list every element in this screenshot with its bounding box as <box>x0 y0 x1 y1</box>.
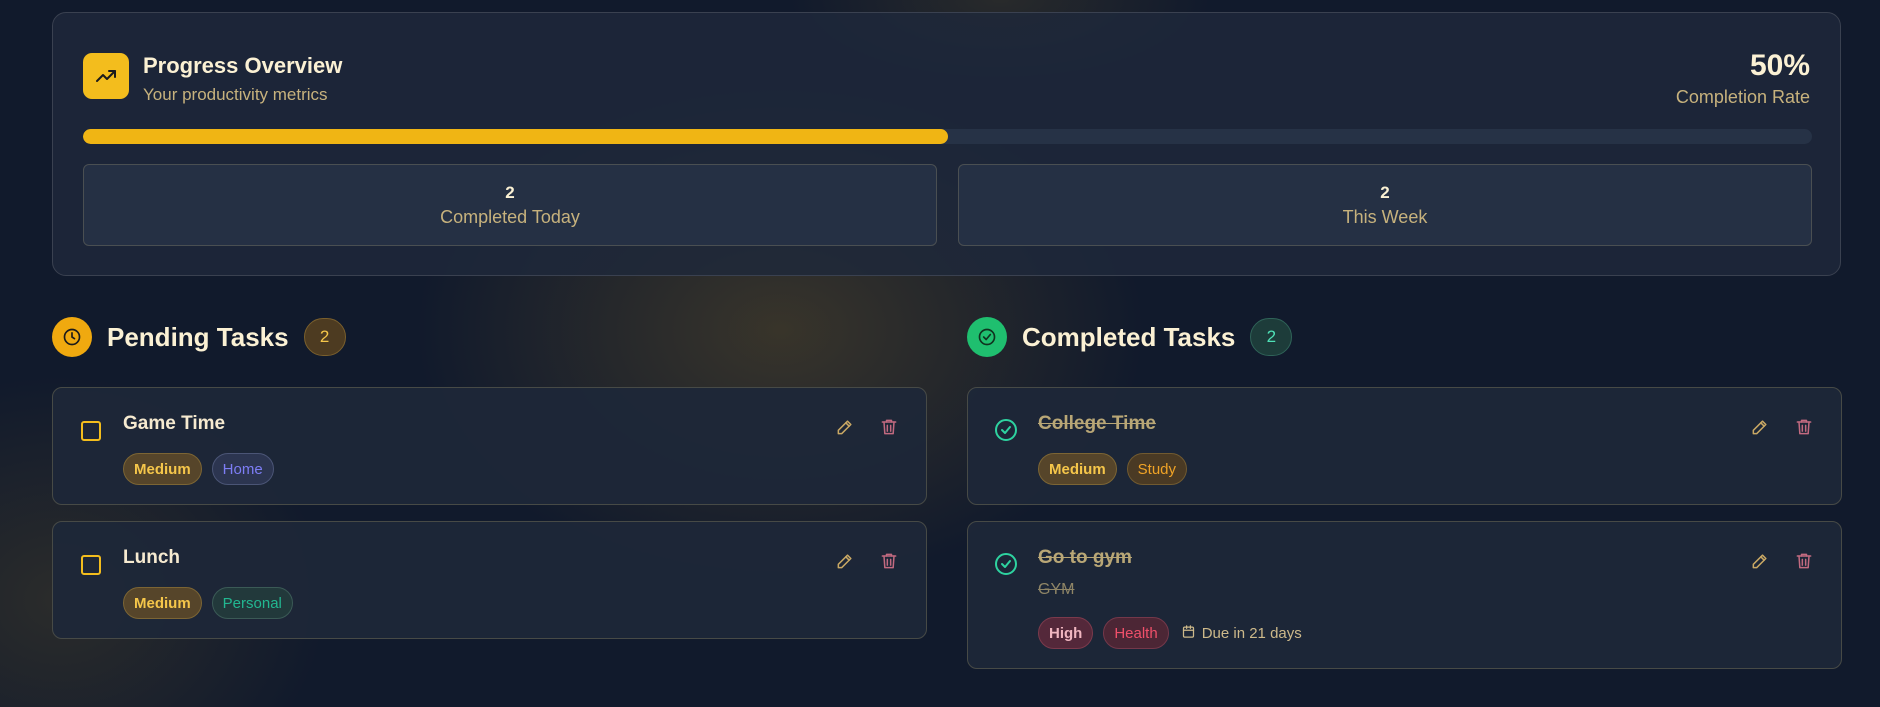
category-badge: Home <box>211 453 274 485</box>
progress-bar-fill <box>83 129 948 144</box>
category-badge: Personal <box>211 587 293 619</box>
completed-tasks-title: Completed Tasks <box>1022 321 1236 352</box>
stat-value: 2 <box>1380 183 1390 202</box>
task-title: Go to gym <box>1038 547 1132 568</box>
priority-badge: High <box>1038 617 1094 649</box>
task-tags: Medium Personal <box>123 587 293 619</box>
task-description: GYM <box>1038 581 1075 598</box>
stat-completed-today: 2 Completed Today <box>83 164 937 246</box>
edit-icon[interactable] <box>1749 550 1771 572</box>
trending-up-icon <box>83 53 129 99</box>
priority-badge: Medium <box>1038 453 1117 485</box>
task-checkbox[interactable] <box>81 555 101 575</box>
category-badge: Health <box>1103 617 1169 649</box>
pending-count-badge: 2 <box>303 318 346 356</box>
category-badge: Study <box>1126 453 1188 485</box>
check-circle-icon <box>967 317 1007 357</box>
task-title: Lunch <box>123 547 180 568</box>
priority-badge: Medium <box>123 453 202 485</box>
progress-overview-card: Progress Overview Your productivity metr… <box>52 12 1841 276</box>
progress-bar <box>83 129 1812 144</box>
completed-count-badge: 2 <box>1250 318 1293 356</box>
completed-check-icon[interactable] <box>994 552 1018 576</box>
edit-icon[interactable] <box>834 416 856 438</box>
trash-icon[interactable] <box>1793 416 1815 438</box>
task-card[interactable]: Lunch Medium Personal <box>52 521 927 639</box>
task-card[interactable]: Go to gym GYM High Health Due in 21 days <box>967 521 1842 669</box>
completed-check-icon[interactable] <box>994 418 1018 442</box>
stat-this-week: 2 This Week <box>958 164 1812 246</box>
due-date: Due in 21 days <box>1181 624 1302 643</box>
task-checkbox[interactable] <box>81 421 101 441</box>
pending-tasks-title: Pending Tasks <box>107 321 289 352</box>
task-card[interactable]: Game Time Medium Home <box>52 387 927 505</box>
edit-icon[interactable] <box>834 550 856 572</box>
calendar-icon <box>1181 624 1196 643</box>
task-title: Game Time <box>123 413 226 434</box>
overview-title: Progress Overview <box>143 53 343 78</box>
trash-icon[interactable] <box>878 416 900 438</box>
completion-rate-label: Completion Rate <box>1675 87 1810 107</box>
priority-badge: Medium <box>123 587 202 619</box>
task-tags: Medium Home <box>123 453 274 485</box>
clock-icon <box>52 317 92 357</box>
trash-icon[interactable] <box>1793 550 1815 572</box>
pending-tasks-header: Pending Tasks 2 <box>52 316 346 358</box>
task-tags: High Health Due in 21 days <box>1038 617 1302 649</box>
stat-label: This Week <box>1342 207 1428 227</box>
overview-subtitle: Your productivity metrics <box>143 85 328 104</box>
stat-label: Completed Today <box>440 207 580 227</box>
task-card[interactable]: College Time Medium Study <box>967 387 1842 505</box>
task-tags: Medium Study <box>1038 453 1188 485</box>
trash-icon[interactable] <box>878 550 900 572</box>
due-date-text: Due in 21 days <box>1201 624 1302 642</box>
completion-rate-value: 50% <box>1749 49 1810 82</box>
completed-tasks-header: Completed Tasks 2 <box>967 316 1293 358</box>
stat-value: 2 <box>505 183 515 202</box>
edit-icon[interactable] <box>1749 416 1771 438</box>
task-title: College Time <box>1038 413 1156 434</box>
